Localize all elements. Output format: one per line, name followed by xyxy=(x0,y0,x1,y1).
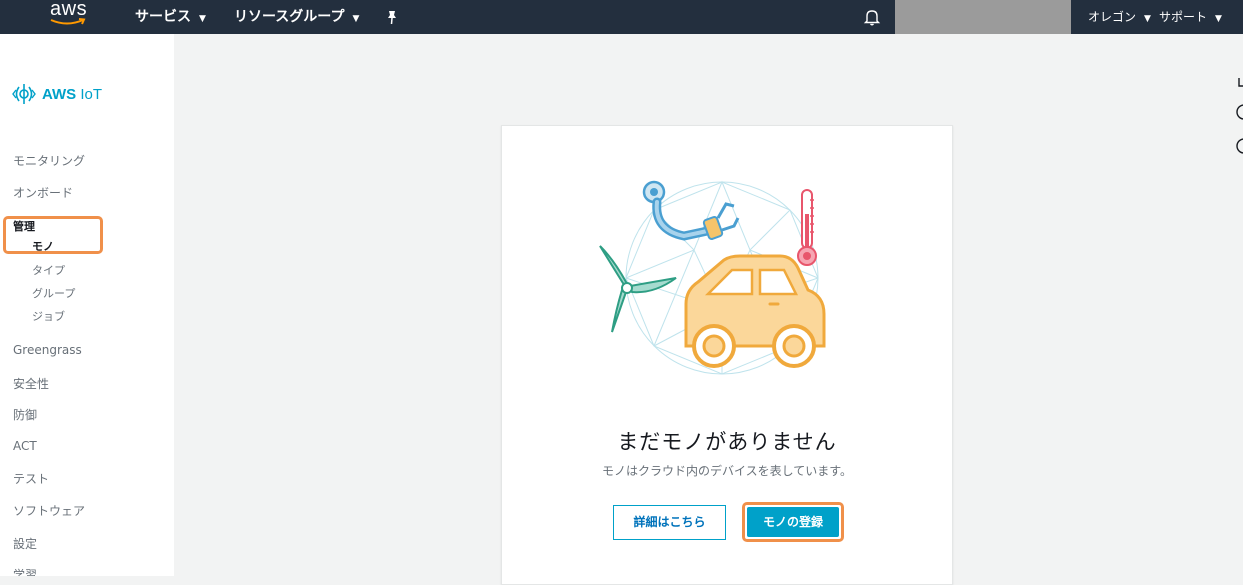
resource-groups-menu[interactable]: リソースグループ ▼ xyxy=(234,0,359,34)
learn-more-button[interactable]: 詳細はこちら xyxy=(613,505,726,540)
caret-down-icon: ▼ xyxy=(1144,14,1151,24)
sidebar-item-defend[interactable]: 防御 xyxy=(13,406,37,423)
sidebar-item-act[interactable]: ACT xyxy=(13,439,37,453)
sidebar-item-manage[interactable]: 管理 xyxy=(13,218,35,234)
thermometer-icon xyxy=(797,189,817,266)
caret-down-icon: ▼ xyxy=(352,14,360,24)
sidebar-item-types[interactable]: タイプ xyxy=(32,262,65,278)
account-menu[interactable] xyxy=(895,0,1071,34)
sidebar: AWS IoT モニタリング オンボード 管理 モノ タイプ グループ ジョブ … xyxy=(0,34,174,576)
resource-groups-label: リソースグループ xyxy=(234,9,345,25)
sidebar-item-things[interactable]: モノ xyxy=(32,238,54,254)
sidebar-item-software[interactable]: ソフトウェア xyxy=(13,502,85,519)
main-content: まだモノがありません モノはクラウド内のデバイスを表しています。 詳細はこちら … xyxy=(174,34,1243,585)
aws-logo[interactable]: aws xyxy=(50,0,90,34)
empty-state-title: まだモノがありません xyxy=(617,430,837,454)
region-menu[interactable]: オレゴン ▼ xyxy=(1088,0,1151,34)
aws-iot-brand[interactable]: AWS IoT xyxy=(12,82,102,106)
sidebar-item-settings[interactable]: 設定 xyxy=(13,535,37,552)
support-menu[interactable]: サポート ▼ xyxy=(1159,0,1222,34)
sidebar-item-jobs[interactable]: ジョブ xyxy=(32,308,65,324)
sidebar-item-monitoring[interactable]: モニタリング xyxy=(13,152,85,169)
highlight-frame: モノの登録 xyxy=(742,502,844,542)
iot-illustration xyxy=(599,180,826,375)
wind-turbine-icon xyxy=(599,245,677,333)
empty-state-card: まだモノがありません モノはクラウド内のデバイスを表しています。 詳細はこちら … xyxy=(501,125,953,585)
support-label: サポート xyxy=(1159,10,1208,24)
services-label: サービス xyxy=(135,9,191,25)
sidebar-item-onboard[interactable]: オンボード xyxy=(13,184,73,201)
sidebar-item-greengrass[interactable]: Greengrass xyxy=(13,343,82,357)
aws-iot-logo-icon xyxy=(12,84,36,104)
pin-icon[interactable] xyxy=(384,9,400,25)
services-menu[interactable]: サービス ▼ xyxy=(135,0,206,34)
caret-down-icon: ▼ xyxy=(199,14,206,24)
brand-text: AWS IoT xyxy=(42,86,102,103)
robot-arm-icon xyxy=(642,180,740,241)
bell-icon[interactable] xyxy=(863,8,881,26)
top-navigation-bar: aws サービス ▼ リソースグループ ▼ オレゴン ▼ サポート ▼ xyxy=(0,0,1243,34)
smile-arrow-icon xyxy=(50,18,86,25)
edge-help-icons[interactable] xyxy=(1235,72,1243,162)
caret-down-icon: ▼ xyxy=(1215,14,1222,24)
sidebar-item-learn[interactable]: 学習 xyxy=(13,566,37,576)
sidebar-item-test[interactable]: テスト xyxy=(13,470,49,487)
register-thing-button[interactable]: モノの登録 xyxy=(747,507,839,537)
region-label: オレゴン xyxy=(1088,10,1137,24)
brand-text-bold: AWS xyxy=(42,85,77,103)
sidebar-item-groups[interactable]: グループ xyxy=(32,285,75,301)
empty-state-description: モノはクラウド内のデバイスを表しています。 xyxy=(601,464,853,478)
sidebar-item-security[interactable]: 安全性 xyxy=(13,375,49,392)
brand-text-thin: IoT xyxy=(80,85,103,103)
car-icon xyxy=(684,254,826,368)
